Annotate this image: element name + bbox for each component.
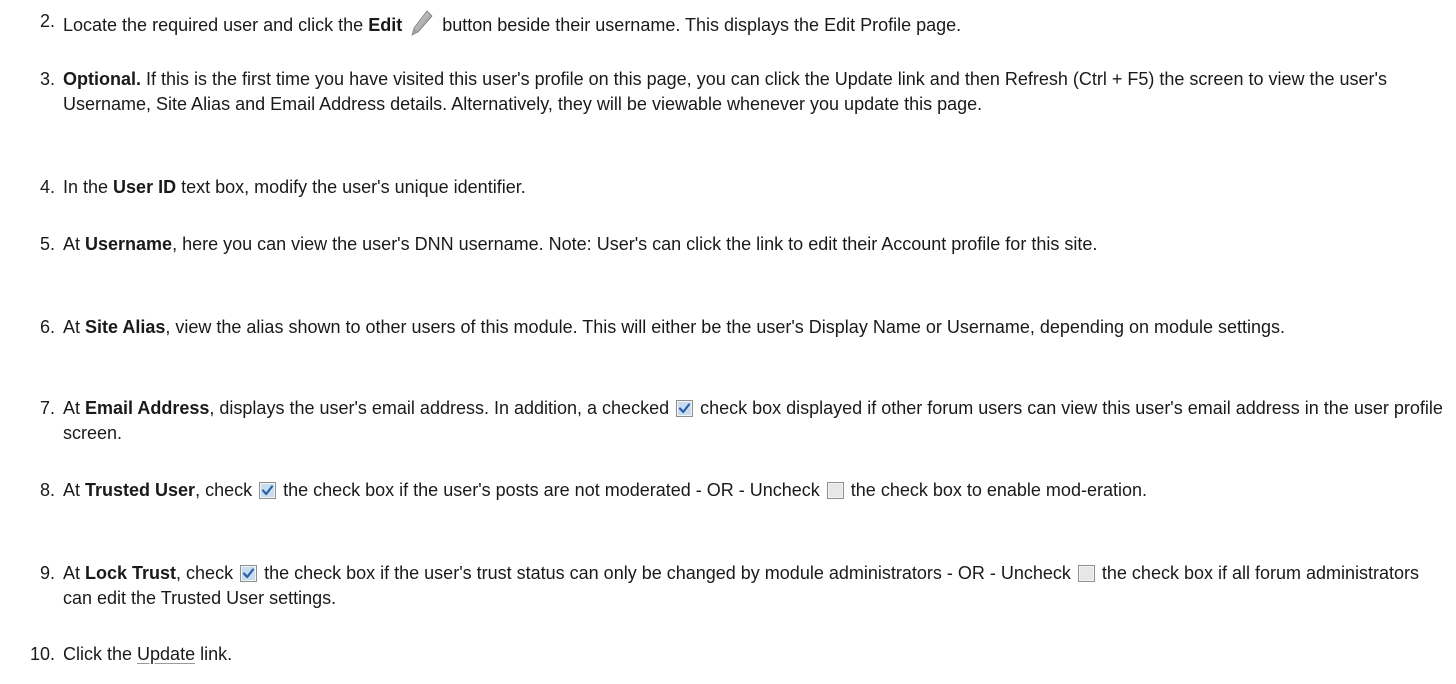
bold-term: Email Address xyxy=(85,398,210,418)
step-text: In the User ID text box, modify the user… xyxy=(63,175,1448,200)
step-number: 5. xyxy=(39,234,55,254)
checked-checkbox-icon xyxy=(257,480,278,500)
step-text: Locate the required user and click the E… xyxy=(63,9,1448,38)
step-text: At Lock Trust, check the check box if th… xyxy=(63,561,1448,611)
step-text: Optional. If this is the first time you … xyxy=(63,67,1448,117)
step-text-run: , view the alias shown to other users of… xyxy=(165,317,1286,337)
step-number: 3. xyxy=(39,69,55,89)
step-text-run: At xyxy=(63,398,86,418)
step-text-run: At xyxy=(63,480,86,500)
bold-term: User ID xyxy=(113,177,177,197)
step-text-run: button beside their username. This displ… xyxy=(442,15,962,35)
step-number: 7. xyxy=(39,398,55,418)
step-number: 2. xyxy=(39,11,55,31)
bold-term: Trusted User xyxy=(85,480,196,500)
step-text-run: In the xyxy=(63,177,114,197)
step-number: 9. xyxy=(39,563,55,583)
step-number: 10. xyxy=(29,644,55,664)
bold-term: Username xyxy=(85,234,173,254)
step-text-run: Locate the required user and click the xyxy=(63,15,369,35)
step-text-run: If this is the first time you have visit… xyxy=(63,69,1387,114)
step-text-run: the check box to enable mod-eration. xyxy=(845,480,1147,500)
step-text: At Site Alias, view the alias shown to o… xyxy=(63,315,1448,340)
edit-pencil-icon xyxy=(402,10,442,36)
update-link[interactable]: Update xyxy=(137,644,195,664)
step-text-run: the check box if the user's trust status… xyxy=(259,563,1076,583)
bold-term: Optional. xyxy=(63,69,141,89)
step-number: 8. xyxy=(39,480,55,500)
step-text: Click the Update link. xyxy=(63,642,1448,667)
bold-term: Edit xyxy=(368,15,403,35)
step-text-run: , here you can view the user's DNN usern… xyxy=(172,234,1098,254)
step-text-run: At xyxy=(63,563,86,583)
checked-checkbox-icon xyxy=(674,398,695,418)
bold-term: Lock Trust xyxy=(85,563,177,583)
step-text-run: text box, modify the user's unique ident… xyxy=(176,177,526,197)
step-number: 6. xyxy=(39,317,55,337)
step-text-run: At xyxy=(63,317,86,337)
step-text-run: At xyxy=(63,234,86,254)
step-text: At Email Address, displays the user's em… xyxy=(63,396,1448,446)
step-text-run: , check xyxy=(195,480,258,500)
bold-term: Site Alias xyxy=(85,317,166,337)
step-number: 4. xyxy=(39,177,55,197)
step-text-run: Click the xyxy=(63,644,138,664)
checked-checkbox-icon xyxy=(238,563,259,583)
step-text-run: , displays the user's email address. In … xyxy=(209,398,675,418)
unchecked-checkbox-icon xyxy=(1076,563,1097,583)
instruction-steps: 2. Locate the required user and click th… xyxy=(0,0,1456,684)
step-text-run: the check box if the user's posts are no… xyxy=(278,480,825,500)
unchecked-checkbox-icon xyxy=(825,480,846,500)
step-text: At Username, here you can view the user'… xyxy=(63,232,1448,257)
step-text-run: , check xyxy=(176,563,239,583)
step-text-run: link. xyxy=(195,644,233,664)
step-text: At Trusted User, check the check box if … xyxy=(63,478,1448,503)
